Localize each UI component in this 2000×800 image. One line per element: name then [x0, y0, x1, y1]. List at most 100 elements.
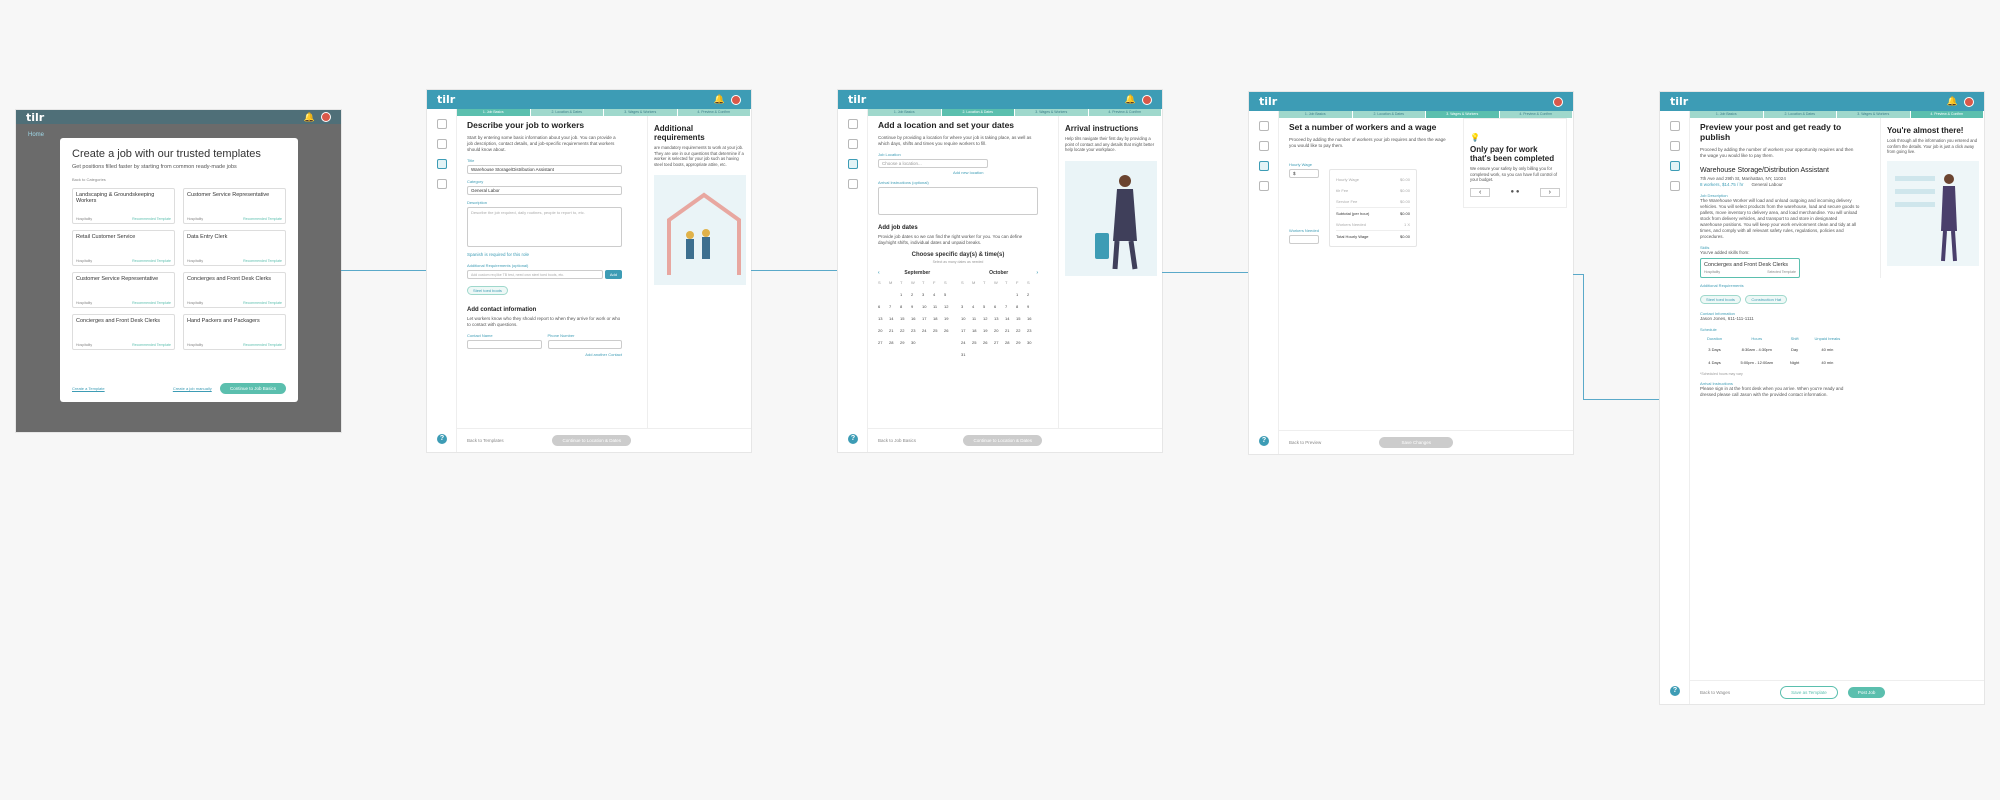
calendar-day[interactable]: 18 — [933, 316, 944, 321]
calendar-day[interactable]: 27 — [878, 340, 889, 345]
calendar-day[interactable]: 6 — [994, 304, 1005, 309]
calendar-day[interactable]: 8 — [900, 304, 911, 309]
calendar-september[interactable]: S M T W T F S 1 2 3 4 5 6 7 8 9 10 11 12 13 14 15 16 17 18 19 20 21… — [878, 280, 955, 345]
template-card[interactable]: Data Entry Clerk Hospitality Recommended T… — [183, 230, 286, 266]
back-button[interactable]: Back to Templates — [467, 438, 504, 443]
back-button[interactable]: Back to Preview — [1289, 440, 1321, 445]
avatar[interactable] — [1964, 96, 1974, 107]
avatar[interactable] — [321, 112, 331, 122]
calendar-day[interactable]: 28 — [1005, 340, 1016, 345]
template-card[interactable]: Concierges and Front Desk Clerks Hospital… — [72, 314, 175, 350]
add-contact-link[interactable]: Add another Contact — [467, 352, 622, 357]
step-4[interactable]: 4. Preview & Confirm — [1910, 111, 1984, 118]
avatar[interactable] — [1142, 94, 1152, 105]
calendar-day[interactable]: 14 — [1005, 316, 1016, 321]
wage-input[interactable]: $ — [1289, 169, 1319, 178]
continue-button[interactable]: Continue to Location & Dates — [963, 435, 1042, 446]
calendar-day[interactable]: 22 — [900, 328, 911, 333]
back-link[interactable]: Back to Categories — [72, 177, 286, 182]
briefcase-icon[interactable] — [1669, 161, 1680, 171]
document-icon[interactable] — [436, 179, 447, 189]
bell-icon[interactable]: 🔔 — [304, 112, 315, 123]
calendar-day[interactable]: 3 — [922, 292, 933, 297]
step-3[interactable]: 3. Wages & Workers — [604, 109, 678, 116]
avatar[interactable] — [731, 94, 741, 105]
save-template-button[interactable]: Save as Template — [1780, 686, 1838, 699]
phone-input[interactable] — [547, 340, 622, 349]
help-icon[interactable]: ? — [848, 434, 858, 444]
template-card[interactable]: Concierges and Front Desk Clerks Hospital… — [183, 272, 286, 308]
calendar-day[interactable]: 28 — [889, 340, 900, 345]
contact-name-input[interactable] — [467, 340, 542, 349]
calendar-day[interactable]: 26 — [983, 340, 994, 345]
calendar-day[interactable]: 24 — [961, 340, 972, 345]
document-icon[interactable] — [847, 179, 858, 189]
calendar-day[interactable]: 10 — [961, 316, 972, 321]
template-card[interactable]: Hand Packers and Packagers Hospitality Rec… — [183, 314, 286, 350]
calendar-day[interactable]: 30 — [1027, 340, 1038, 345]
calendar-day[interactable]: 1 — [900, 292, 911, 297]
building-icon[interactable] — [1669, 141, 1680, 151]
calendar-day[interactable]: 1 — [1016, 292, 1027, 297]
calendar-day[interactable]: 25 — [972, 340, 983, 345]
workers-input[interactable] — [1289, 235, 1319, 244]
post-job-button[interactable]: Post Job — [1847, 687, 1886, 698]
calendar-day[interactable]: 21 — [889, 328, 900, 333]
create-manually-link[interactable]: Create a job manually — [173, 386, 212, 391]
add-button[interactable]: Add — [604, 270, 622, 279]
calendar-day[interactable]: 20 — [994, 328, 1005, 333]
calendar-day[interactable]: 20 — [878, 328, 889, 333]
calendar-day[interactable]: 23 — [911, 328, 922, 333]
requirement-chip[interactable]: Steel toed boots — [467, 286, 508, 295]
step-3[interactable]: 3. Wages & Workers — [1837, 111, 1911, 118]
calendar-day[interactable]: 15 — [900, 316, 911, 321]
step-1[interactable]: 1. Job Basics — [1690, 111, 1764, 118]
step-3[interactable]: 3. Wages & Workers — [1015, 109, 1089, 116]
template-card[interactable]: Customer Service Representative Hospitali… — [183, 188, 286, 224]
step-3[interactable]: 3. Wages & Workers — [1426, 111, 1500, 118]
home-icon[interactable] — [847, 119, 858, 129]
calendar-day[interactable]: 11 — [972, 316, 983, 321]
calendar-day[interactable]: 30 — [911, 340, 922, 345]
create-template-link[interactable]: Create a Template — [72, 386, 105, 391]
bell-icon[interactable]: 🔔 — [1947, 96, 1958, 107]
continue-button[interactable]: Continue to Job Basics — [219, 383, 286, 394]
building-icon[interactable] — [436, 139, 447, 149]
prev-month-icon[interactable]: ‹ — [878, 270, 880, 276]
document-icon[interactable] — [1258, 181, 1269, 191]
category-select[interactable]: General Labor — [467, 186, 622, 195]
calendar-day[interactable]: 24 — [922, 328, 933, 333]
calendar-day[interactable]: 10 — [922, 304, 933, 309]
step-1[interactable]: 1. Job Basics — [1279, 111, 1353, 118]
calendar-day[interactable]: 29 — [1016, 340, 1027, 345]
template-card[interactable]: Landscaping & Groundskeeping Workers Hosp… — [72, 188, 175, 224]
bell-icon[interactable]: 🔔 — [714, 94, 725, 105]
calendar-day[interactable]: 19 — [944, 316, 955, 321]
calendar-day[interactable]: 12 — [983, 316, 994, 321]
calendar-day[interactable]: 21 — [1005, 328, 1016, 333]
calendar-day[interactable]: 13 — [878, 316, 889, 321]
avatar[interactable] — [1553, 96, 1563, 107]
calendar-day[interactable]: 9 — [911, 304, 922, 309]
calendar-day[interactable]: 12 — [944, 304, 955, 309]
help-icon[interactable]: ? — [437, 434, 447, 444]
help-icon[interactable]: ? — [1670, 686, 1680, 696]
document-icon[interactable] — [1669, 181, 1680, 191]
building-icon[interactable] — [1258, 141, 1269, 151]
description-textarea[interactable]: Describe the job required, daily routine… — [467, 207, 622, 247]
spanish-checkbox[interactable]: Spanish is required for this role — [467, 252, 622, 258]
skill-card[interactable]: Concierges and Front Desk Clerks Hospita… — [1700, 258, 1800, 278]
calendar-day[interactable]: 14 — [889, 316, 900, 321]
next-arrow-icon[interactable]: › — [1539, 187, 1560, 197]
save-button[interactable]: Save Changes — [1379, 437, 1453, 448]
home-icon[interactable] — [1669, 121, 1680, 131]
help-icon[interactable]: ? — [1259, 436, 1269, 446]
step-2[interactable]: 2. Location & Dates — [941, 109, 1015, 116]
calendar-day[interactable]: 31 — [961, 352, 972, 357]
briefcase-icon[interactable] — [847, 159, 858, 169]
location-select[interactable]: Choose a location... — [878, 159, 988, 168]
calendar-day[interactable]: 5 — [983, 304, 994, 309]
calendar-day[interactable]: 29 — [900, 340, 911, 345]
title-input[interactable]: Warehouse Storage/Distribution Assistant — [467, 165, 622, 174]
calendar-day[interactable]: 3 — [961, 304, 972, 309]
